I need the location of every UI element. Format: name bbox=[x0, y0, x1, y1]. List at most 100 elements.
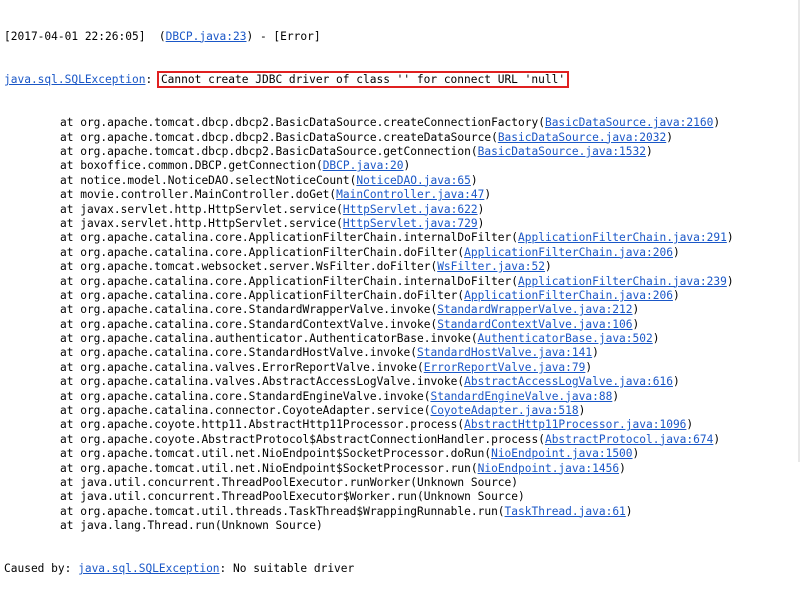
stack-frame-method: at org.apache.catalina.core.ApplicationF… bbox=[60, 288, 465, 302]
stack-frame-source-link[interactable]: StandardContextValve.java:106 bbox=[437, 318, 632, 331]
stack-frame-close-paren: ) bbox=[544, 260, 552, 274]
stack-frame-method: at boxoffice.common.DBCP.getConnection( bbox=[60, 159, 323, 173]
stack-frame: at java.lang.Thread.run(Unknown Source) bbox=[4, 519, 800, 533]
stack-frame: at org.apache.catalina.valves.ErrorRepor… bbox=[4, 361, 800, 375]
stack-frame-method: at org.apache.tomcat.dbcp.dbcp2.BasicDat… bbox=[60, 145, 478, 158]
stack-frame-close-paren: ) bbox=[484, 188, 492, 202]
stack-frame: at org.apache.catalina.core.StandardWrap… bbox=[4, 303, 800, 317]
stack-frame-source-link[interactable]: TaskThread.java:61 bbox=[505, 505, 626, 518]
stack-frame-close-paren: ) bbox=[686, 418, 694, 432]
stack-frame-close-paren: ) bbox=[632, 447, 640, 461]
stack-frame-source-link[interactable]: NioEndpoint.java:1456 bbox=[478, 462, 619, 475]
stack-frame-method: at org.apache.catalina.core.ApplicationF… bbox=[60, 231, 519, 245]
stack-frame: at notice.model.NoticeDAO.selectNoticeCo… bbox=[4, 174, 800, 188]
stack-frame: at java.util.concurrent.ThreadPoolExecut… bbox=[4, 490, 800, 504]
stack-frame-method: at org.apache.tomcat.websocket.server.Ws… bbox=[60, 260, 438, 274]
stack-frame-method: at org.apache.catalina.core.StandardCont… bbox=[60, 317, 438, 331]
exception-separator: : bbox=[145, 73, 159, 87]
stack-frame-source-link[interactable]: AuthenticatorBase.java:502 bbox=[478, 332, 653, 345]
stack-frame: at movie.controller.MainController.doGet… bbox=[4, 188, 800, 202]
stack-frame-source-link[interactable]: DBCP.java:20 bbox=[323, 159, 404, 172]
stack-frame-close-paren: ) bbox=[672, 245, 680, 259]
exception-class-link[interactable]: java.sql.SQLException bbox=[4, 73, 145, 86]
stack-frame: at org.apache.tomcat.util.threads.TaskTh… bbox=[4, 505, 800, 519]
stack-frame-source-link[interactable]: ApplicationFilterChain.java:206 bbox=[464, 246, 673, 259]
stack-frame-method: at javax.servlet.http.HttpServlet.servic… bbox=[60, 202, 343, 216]
stack-frame-close-paren: ) bbox=[726, 231, 734, 245]
stack-frame-method: at org.apache.tomcat.util.net.NioEndpoin… bbox=[60, 461, 478, 475]
exception-line: java.sql.SQLException: Cannot create JDB… bbox=[4, 71, 800, 89]
stack-frame: at org.apache.tomcat.util.net.NioEndpoin… bbox=[4, 462, 800, 476]
stack-frame: at org.apache.tomcat.util.net.NioEndpoin… bbox=[4, 447, 800, 461]
stack-frame-source-link[interactable]: ApplicationFilterChain.java:291 bbox=[518, 231, 727, 244]
stack-frame-source-link[interactable]: AbstractProtocol.java:674 bbox=[545, 433, 713, 446]
stack-frame-source-link[interactable]: MainController.java:47 bbox=[336, 188, 484, 201]
stack-frame-source-link[interactable]: ErrorReportValve.java:79 bbox=[424, 361, 586, 374]
stack-frame-close-paren: ) bbox=[612, 389, 620, 403]
stack-frame-close-paren: ) bbox=[713, 116, 721, 130]
stack-frame-method: at org.apache.tomcat.dbcp.dbcp2.BasicDat… bbox=[60, 130, 498, 144]
stack-frame-method: at org.apache.tomcat.dbcp.dbcp2.BasicDat… bbox=[60, 116, 545, 130]
stack-frame: at org.apache.tomcat.dbcp.dbcp2.BasicDat… bbox=[4, 145, 800, 159]
stack-frame-method: at org.apache.catalina.core.StandardWrap… bbox=[60, 303, 438, 317]
stack-frame-method: at org.apache.tomcat.util.net.NioEndpoin… bbox=[60, 447, 492, 461]
stack-frame-close-paren: ) bbox=[672, 288, 680, 302]
stack-frame-method: at org.apache.catalina.core.StandardEngi… bbox=[60, 389, 431, 403]
caused-by-prefix: Caused by: bbox=[4, 562, 79, 576]
stack-frame-source-link[interactable]: StandardWrapperValve.java:212 bbox=[437, 303, 632, 316]
stack-frame-source-link[interactable]: AbstractAccessLogValve.java:616 bbox=[464, 375, 673, 388]
stack-frame-close-paren: ) bbox=[666, 130, 673, 144]
log-timestamp: [2017-04-01 22:26:05] ( bbox=[4, 29, 166, 43]
stack-frame-close-paren: ) bbox=[726, 274, 734, 288]
stack-frame-close-paren: ) bbox=[672, 375, 680, 389]
source-link[interactable]: DBCP.java:23 bbox=[166, 30, 247, 43]
stack-frame: at org.apache.catalina.authenticator.Aut… bbox=[4, 332, 800, 346]
stack-frame: at org.apache.catalina.core.ApplicationF… bbox=[4, 231, 800, 245]
stack-frame-method: at org.apache.catalina.connector.CoyoteA… bbox=[60, 404, 431, 418]
stack-frame: at java.util.concurrent.ThreadPoolExecut… bbox=[4, 476, 800, 490]
stack-frame-method: at org.apache.catalina.authenticator.Aut… bbox=[60, 332, 478, 346]
stack-frame-method: at java.util.concurrent.ThreadPoolExecut… bbox=[60, 490, 525, 504]
stack-frames: at org.apache.tomcat.dbcp.dbcp2.BasicDat… bbox=[4, 116, 800, 533]
stack-frame-close-paren: ) bbox=[625, 504, 633, 518]
stack-frame-method: at org.apache.catalina.core.ApplicationF… bbox=[60, 245, 465, 259]
stack-frame-close-paren: ) bbox=[403, 159, 411, 173]
stack-frame: at boxoffice.common.DBCP.getConnection(D… bbox=[4, 159, 800, 173]
stack-frame: at org.apache.catalina.valves.AbstractAc… bbox=[4, 375, 800, 389]
caused-by-message: : No suitable driver bbox=[219, 562, 355, 576]
caused-by-line: Caused by: java.sql.SQLException: No sui… bbox=[4, 562, 800, 576]
stack-frame-close-paren: ) bbox=[646, 145, 653, 158]
stack-frame-close-paren: ) bbox=[713, 432, 721, 446]
stack-frame: at org.apache.catalina.core.StandardEngi… bbox=[4, 390, 800, 404]
stack-frame-source-link[interactable]: BasicDataSource.java:2032 bbox=[498, 131, 666, 144]
stack-frame: at org.apache.coyote.AbstractProtocol$Ab… bbox=[4, 433, 800, 447]
stack-frame-source-link[interactable]: CoyoteAdapter.java:518 bbox=[430, 404, 578, 417]
stack-frame-source-link[interactable]: ApplicationFilterChain.java:206 bbox=[464, 289, 673, 302]
stack-frame-source-link[interactable]: AbstractHttp11Processor.java:1096 bbox=[464, 418, 686, 431]
stack-frame-close-paren: ) bbox=[619, 461, 626, 475]
stack-frame-method: at org.apache.coyote.http11.AbstractHttp… bbox=[60, 418, 465, 432]
stack-frame-source-link[interactable]: NioEndpoint.java:1500 bbox=[491, 447, 632, 460]
stack-frame: at javax.servlet.http.HttpServlet.servic… bbox=[4, 203, 800, 217]
stack-trace-console: [2017-04-01 22:26:05] (DBCP.java:23) - [… bbox=[0, 0, 800, 591]
stack-frame-source-link[interactable]: NoticeDAO.java:65 bbox=[356, 174, 471, 187]
caused-by-class-link[interactable]: java.sql.SQLException bbox=[78, 562, 219, 575]
stack-frame: at org.apache.catalina.core.ApplicationF… bbox=[4, 246, 800, 260]
stack-frame-source-link[interactable]: BasicDataSource.java:1532 bbox=[478, 145, 646, 158]
stack-frame-source-link[interactable]: HttpServlet.java:622 bbox=[343, 203, 478, 216]
stack-frame-close-paren: ) bbox=[477, 202, 485, 216]
stack-frame-source-link[interactable]: BasicDataSource.java:2160 bbox=[545, 116, 713, 129]
stack-frame-close-paren: ) bbox=[632, 303, 640, 317]
stack-frame-method: at org.apache.tomcat.util.threads.TaskTh… bbox=[60, 504, 505, 518]
stack-frame-source-link[interactable]: ApplicationFilterChain.java:239 bbox=[518, 275, 727, 288]
stack-frame-close-paren: ) bbox=[585, 360, 593, 374]
stack-frame-source-link[interactable]: StandardHostValve.java:141 bbox=[417, 346, 592, 359]
stack-frame-source-link[interactable]: WsFilter.java:52 bbox=[437, 260, 545, 273]
stack-frame-source-link[interactable]: StandardEngineValve.java:88 bbox=[430, 390, 612, 403]
stack-frame-close-paren: ) bbox=[632, 317, 640, 331]
stack-frame: at org.apache.catalina.core.ApplicationF… bbox=[4, 289, 800, 303]
stack-frame: at org.apache.catalina.connector.CoyoteA… bbox=[4, 404, 800, 418]
stack-frame: at javax.servlet.http.HttpServlet.servic… bbox=[4, 217, 800, 231]
stack-frame-source-link[interactable]: HttpServlet.java:729 bbox=[343, 217, 478, 230]
stack-frame-method: at org.apache.catalina.valves.ErrorRepor… bbox=[60, 360, 424, 374]
